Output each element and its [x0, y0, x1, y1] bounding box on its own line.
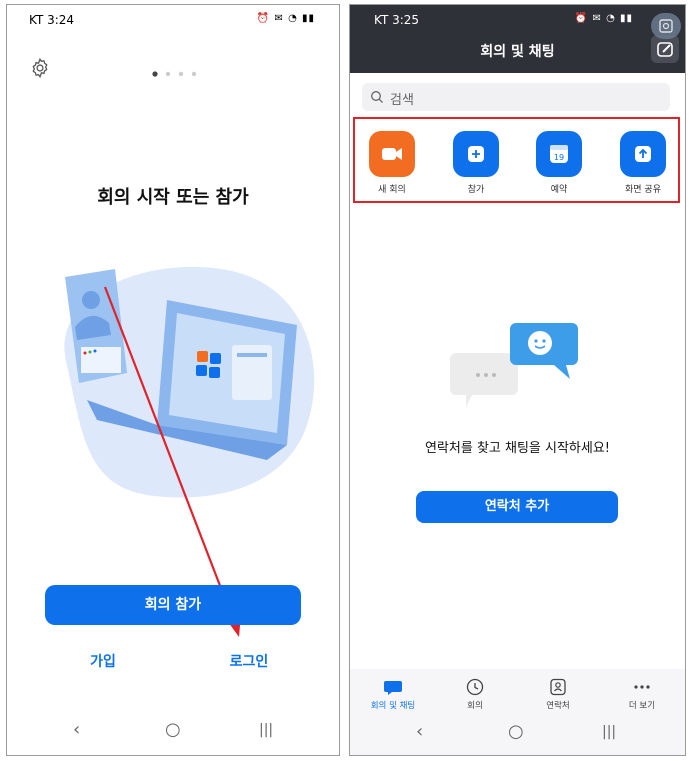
calendar-day: 19: [554, 153, 564, 162]
action-label-new-meeting: 새 회의: [378, 185, 406, 195]
search-input[interactable]: 검색: [362, 83, 670, 111]
search-placeholder: 검색: [390, 93, 414, 108]
status-time: KT 3:25: [374, 13, 420, 27]
login-link[interactable]: 로그인: [219, 651, 279, 671]
screen-capture-icon[interactable]: [651, 13, 681, 39]
search-icon: [371, 91, 383, 103]
clock-icon[interactable]: [465, 677, 485, 697]
join-meeting-button[interactable]: 회의 참가: [45, 585, 301, 625]
schedule-button[interactable]: 19: [536, 131, 582, 177]
share-screen-icon: [635, 146, 651, 162]
app-header: KT 3:25 ⏰ ✉ ◔ ▮▮ 회의 및 채팅: [350, 5, 685, 73]
annotation-arrow: [103, 286, 241, 637]
join-button[interactable]: [453, 131, 499, 177]
compose-icon[interactable]: [651, 35, 679, 63]
header-title: 회의 및 채팅: [480, 44, 555, 60]
action-label-join: 참가: [467, 185, 485, 195]
status-icons: ⏰ ✉ ◔ ▮▮: [574, 13, 633, 24]
back-icon[interactable]: ‹: [416, 721, 423, 742]
recents-icon[interactable]: |||: [602, 724, 616, 740]
recents-icon[interactable]: |||: [259, 722, 273, 738]
tab-meetings-chat[interactable]: 회의 및 채팅: [358, 699, 428, 711]
action-label-schedule: 예약: [550, 185, 568, 195]
system-nav-bar: ‹ ○ |||: [7, 707, 339, 755]
action-label-share-screen: 화면 공유: [625, 185, 661, 195]
tab-more[interactable]: 더 보기: [607, 699, 677, 711]
welcome-screen: KT 3:24 ⏰ ✉ ◔ ▮▮ 회의 시작 또는 참가 회의 참가 가입 로그…: [6, 4, 340, 756]
new-meeting-button[interactable]: [369, 131, 415, 177]
chat-icon[interactable]: [383, 677, 403, 697]
add-contact-button[interactable]: 연락처 추가: [416, 491, 618, 523]
tab-contacts[interactable]: 연락처: [523, 699, 593, 711]
calendar-icon: 19: [550, 145, 568, 163]
empty-state-message: 연락처를 찾고 채팅을 시작하세요!: [424, 441, 611, 456]
chat-bubbles-illustration: [450, 323, 578, 407]
back-icon[interactable]: ‹: [73, 719, 80, 740]
home-icon[interactable]: ○: [508, 721, 524, 742]
more-icon[interactable]: [632, 677, 652, 697]
meetings-chat-screen: KT 3:25 ⏰ ✉ ◔ ▮▮ 회의 및 채팅 검색 19 새 회의 참가 예…: [349, 4, 686, 756]
share-screen-button[interactable]: [620, 131, 666, 177]
contacts-icon[interactable]: [548, 677, 568, 697]
home-icon[interactable]: ○: [165, 719, 181, 740]
system-nav-bar: ‹ ○ |||: [350, 713, 685, 755]
plus-icon: [468, 146, 484, 162]
video-camera-icon: [382, 148, 402, 160]
signup-link[interactable]: 가입: [83, 651, 123, 671]
tab-meetings[interactable]: 회의: [440, 699, 510, 711]
